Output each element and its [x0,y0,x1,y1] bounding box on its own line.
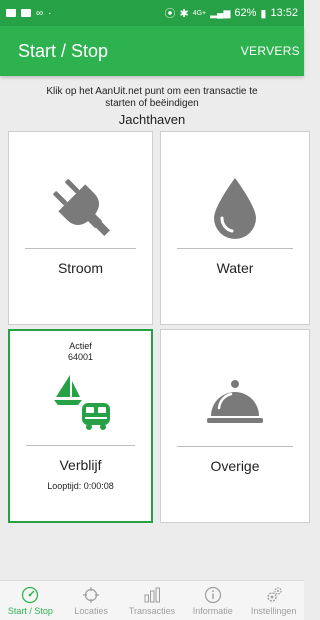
status-notifications: ∞ · [6,8,51,19]
nav-label: Informatie [192,605,233,616]
page-title: Start / Stop [18,40,109,61]
tile-water[interactable]: Water [160,131,310,325]
more-notifications-icon: · [48,7,52,19]
nav-transacties[interactable]: Transacties [122,581,183,620]
tile-divider [25,248,136,249]
battery-icon: ▮ [260,7,267,20]
tile-stroom[interactable]: Stroom [8,131,153,325]
bar-chart-icon [143,586,161,604]
cloche-icon [161,378,309,430]
tile-divider [177,446,293,447]
refresh-button[interactable]: VERVERS [241,44,300,58]
transaction-status: Actief 64001 [10,341,151,363]
network-type: 4G+ [192,9,207,17]
status-text: Actief [69,341,92,351]
nav-instellingen[interactable]: Instellingen [243,581,304,620]
nav-informatie[interactable]: Informatie [182,581,243,620]
tile-label: Stroom [57,260,104,276]
nav-label: Instellingen [250,605,297,616]
app-bar: Start / Stop VERVERS [0,26,304,76]
tile-divider [177,248,293,249]
mail-icon [21,9,31,17]
location-name: Jachthaven [118,112,186,127]
crosshair-icon [82,586,100,604]
gauge-icon [21,586,39,604]
location-icon: ⦿ [164,8,176,20]
tile-overige[interactable]: Overige [160,329,310,523]
camper-van-icon [10,401,151,431]
nav-label: Start / Stop [7,605,53,616]
status-bar: ∞ · ⦿ ✱ 4G+ ▂▄▆ 62% ▮ 13:52 [0,0,304,26]
instruction-text: Klik op het AanUit.net punt om een trans… [46,86,258,109]
tile-label: Verblijf [59,457,102,473]
link-icon: ∞ [36,7,44,19]
status-system: ⦿ ✱ 4G+ ▂▄▆ 62% ▮ 13:52 [164,5,298,21]
runtime-text: Looptijd: 0:00:08 [47,481,114,491]
transaction-id: 64001 [67,352,94,362]
tile-label: Overige [210,458,260,474]
tile-verblijf[interactable]: Actief 64001 Verblijf Looptijd: 0:00:08 [8,329,153,523]
info-icon [204,586,222,604]
plug-icon [9,172,152,242]
nav-label: Locaties [74,605,108,616]
signal-icon: ▂▄▆ [210,7,231,18]
gears-icon [265,586,283,604]
battery-percent: 62% [234,7,257,19]
bluetooth-icon: ✱ [179,7,189,20]
tile-label: Water [216,260,254,276]
clock: 13:52 [270,7,298,19]
bottom-navigation: Start / Stop Locaties Transacties Inform… [0,580,304,620]
nav-label: Transacties [128,605,176,616]
nav-start-stop[interactable]: Start / Stop [0,581,61,620]
nav-locaties[interactable]: Locaties [61,581,122,620]
message-icon [6,9,16,17]
water-drop-icon [161,176,309,240]
tile-divider [26,445,135,446]
